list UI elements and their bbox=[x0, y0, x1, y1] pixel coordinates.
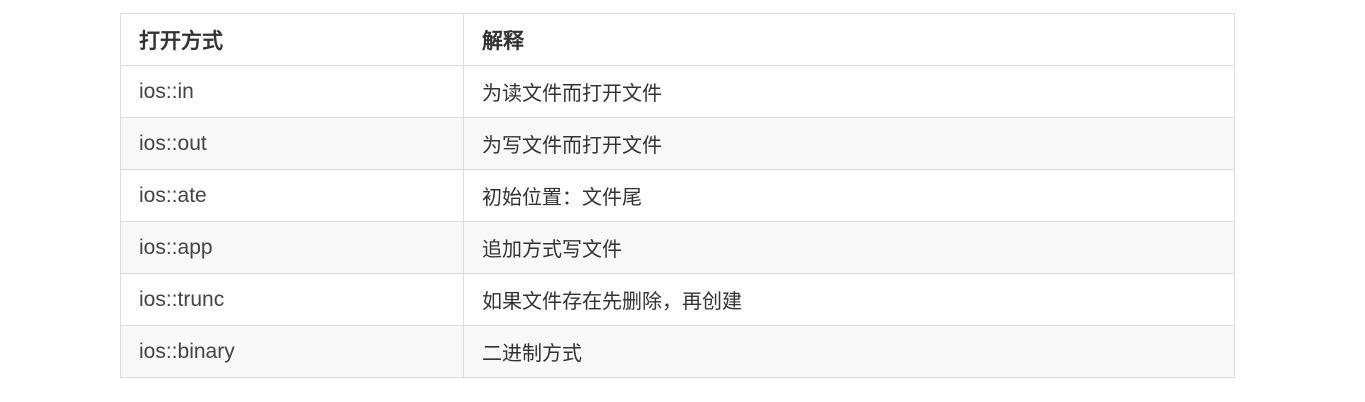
header-open-mode: 打开方式 bbox=[120, 13, 464, 66]
explanation-cell: 二进制方式 bbox=[463, 325, 1235, 378]
explanation-cell: 追加方式写文件 bbox=[463, 221, 1235, 274]
explanation-cell: 为读文件而打开文件 bbox=[463, 65, 1235, 118]
header-explanation: 解释 bbox=[463, 13, 1235, 66]
table-row: ios::trunc 如果文件存在先删除，再创建 bbox=[120, 273, 1235, 326]
mode-cell: ios::out bbox=[120, 117, 464, 170]
table-row: ios::binary 二进制方式 bbox=[120, 325, 1235, 378]
header-row: 打开方式 解释 bbox=[120, 13, 1235, 66]
explanation-cell: 初始位置：文件尾 bbox=[463, 169, 1235, 222]
table-header: 打开方式 解释 bbox=[120, 13, 1235, 66]
table-row: ios::in 为读文件而打开文件 bbox=[120, 65, 1235, 118]
explanation-cell: 如果文件存在先删除，再创建 bbox=[463, 273, 1235, 326]
mode-cell: ios::binary bbox=[120, 325, 464, 378]
table-row: ios::app 追加方式写文件 bbox=[120, 221, 1235, 274]
table-row: ios::ate 初始位置：文件尾 bbox=[120, 169, 1235, 222]
mode-cell: ios::in bbox=[120, 65, 464, 118]
explanation-cell: 为写文件而打开文件 bbox=[463, 117, 1235, 170]
table-body: ios::in 为读文件而打开文件 ios::out 为写文件而打开文件 ios… bbox=[120, 65, 1235, 378]
mode-cell: ios::ate bbox=[120, 169, 464, 222]
table-row: ios::out 为写文件而打开文件 bbox=[120, 117, 1235, 170]
mode-cell: ios::app bbox=[120, 221, 464, 274]
file-open-modes-table: 打开方式 解释 ios::in 为读文件而打开文件 ios::out 为写文件而… bbox=[120, 13, 1235, 378]
mode-cell: ios::trunc bbox=[120, 273, 464, 326]
